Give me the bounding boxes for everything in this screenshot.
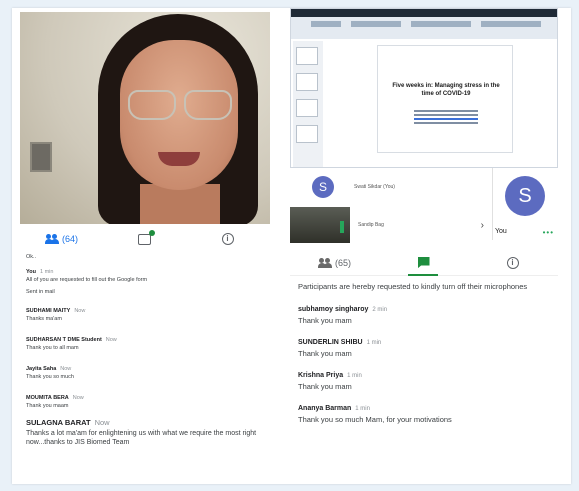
tab-chat[interactable] (103, 229, 186, 245)
list-item: You 1 min All of you are requested to fil… (26, 269, 288, 296)
presenter-video (20, 12, 270, 224)
time: 1 min (366, 340, 382, 346)
message-text: Thank you maam (26, 403, 69, 409)
left-meet-panel: (64) i Ok.. You 1 min All of you are requ… (20, 12, 290, 482)
time: Now (74, 308, 86, 314)
participants-count: (64) (61, 234, 78, 244)
chevron-right-icon[interactable]: › (481, 220, 484, 231)
flag-icon (417, 256, 430, 269)
participant-video (290, 207, 350, 243)
message-text: Thank you so much (26, 374, 74, 380)
list-item: SUDHAMI MAITY Now Thanks ma'am (26, 308, 288, 323)
chat-icon (138, 229, 155, 245)
message-text: Sent in mail (26, 289, 55, 295)
list-item: SUDHARSAN T DME Student Now Thank you to … (26, 337, 288, 352)
message-text: Thanks a lot ma'am for enlightening us w… (26, 430, 257, 446)
time: 1 min (355, 406, 370, 412)
message-text: Thank you to all mam (26, 345, 79, 351)
time: Now (94, 418, 110, 427)
sender: SULAGNA BARAT (26, 418, 91, 427)
left-tab-bar: (64) i (20, 228, 270, 250)
sender: Jayita Saha (26, 366, 57, 372)
info-icon: i (221, 233, 234, 245)
self-label: You (495, 228, 507, 235)
participant-name: Sandip Bag (358, 222, 384, 228)
unread-dot (149, 229, 155, 236)
time: 1 min (39, 269, 54, 275)
list-item: SUNDERLIN SHIBU 1 min Thank you mam (298, 339, 558, 358)
people-icon (317, 257, 332, 268)
tab-info[interactable]: i (186, 233, 269, 245)
message-text: Thank you mam (298, 382, 352, 391)
current-slide: Five weeks in: Managing stress in the ti… (377, 45, 513, 153)
time: Now (60, 366, 72, 372)
sender: SUNDERLIN SHIBU (298, 339, 363, 346)
participants-count: (65) (334, 257, 351, 268)
message-text: Thank you so much Mam, for your motivati… (298, 415, 452, 424)
sender: Krishna Priya (298, 372, 344, 379)
list-item: Krishna Priya 1 min Thank you mam (298, 372, 558, 391)
mic-level-icon (340, 221, 344, 233)
list-item: subhamoy singharoy 2 min Thank you mam (298, 306, 558, 325)
chat-notice: Participants are hereby requested to kin… (298, 282, 528, 291)
avatar: S (312, 176, 334, 198)
list-item: Jayita Saha Now Thank you so much (26, 366, 288, 381)
avatar: S (505, 176, 545, 216)
slide-title: Five weeks in: Managing stress in the ti… (392, 83, 500, 97)
more-options-icon[interactable]: ••• (543, 228, 554, 237)
participant-name: Swati Sikdar (You) (354, 184, 395, 190)
participant-row[interactable]: S Swati Sikdar (You) (290, 168, 490, 206)
wall-picture (30, 142, 52, 172)
time: Now (72, 395, 84, 401)
shared-screen-slides: Five weeks in: Managing stress in the ti… (290, 8, 558, 168)
powerpoint-ribbon (291, 9, 557, 39)
message-text: All of you are requested to fill out the… (26, 277, 148, 283)
sender: SUDHAMI MAITY (26, 308, 71, 314)
tab-people[interactable]: (64) (20, 234, 103, 244)
list-item: MOUMITA BERA Now Thank you maam (26, 395, 288, 410)
tab-people[interactable]: (65) (290, 257, 379, 268)
list-item: Ok.. (26, 254, 288, 261)
right-chat-list: Participants are hereby requested to kin… (298, 282, 558, 438)
list-item: Ananya Barman 1 min Thank you so much Mam… (298, 405, 558, 424)
list-item: SULAGNA BARAT Now Thanks a lot ma'am for … (26, 418, 288, 447)
slide-thumbnails (293, 41, 323, 167)
sender: SUDHARSAN T DME Student (26, 337, 102, 343)
chat-intro: Ok.. (26, 254, 37, 260)
sender: You (26, 269, 36, 275)
participant-row[interactable]: Sandip Bag › (290, 206, 490, 244)
slide-subtitle (408, 108, 484, 124)
sender: MOUMITA BERA (26, 395, 69, 401)
people-icon (44, 234, 59, 244)
sender: Ananya Barman (298, 405, 352, 412)
time: Now (105, 337, 117, 343)
tab-chat[interactable] (379, 256, 468, 269)
right-tab-bar: (65) i (290, 250, 558, 276)
info-icon: i (506, 256, 519, 269)
message-text: Thanks ma'am (26, 316, 62, 322)
sender: subhamoy singharoy (298, 306, 369, 313)
active-tab-indicator (408, 274, 438, 276)
message-text: Thank you mam (298, 316, 352, 325)
participant-strip: S Swati Sikdar (You) Sandip Bag › S You … (290, 168, 558, 246)
tab-info[interactable]: i (468, 256, 557, 269)
time: 1 min (347, 373, 362, 379)
left-chat-list: Ok.. You 1 min All of you are requested t… (26, 252, 288, 455)
right-meet-panel: Five weeks in: Managing stress in the ti… (290, 8, 560, 486)
message-text: Thank you mam (298, 349, 352, 358)
self-tile[interactable]: S You ••• (492, 168, 558, 240)
time: 2 min (372, 307, 388, 313)
